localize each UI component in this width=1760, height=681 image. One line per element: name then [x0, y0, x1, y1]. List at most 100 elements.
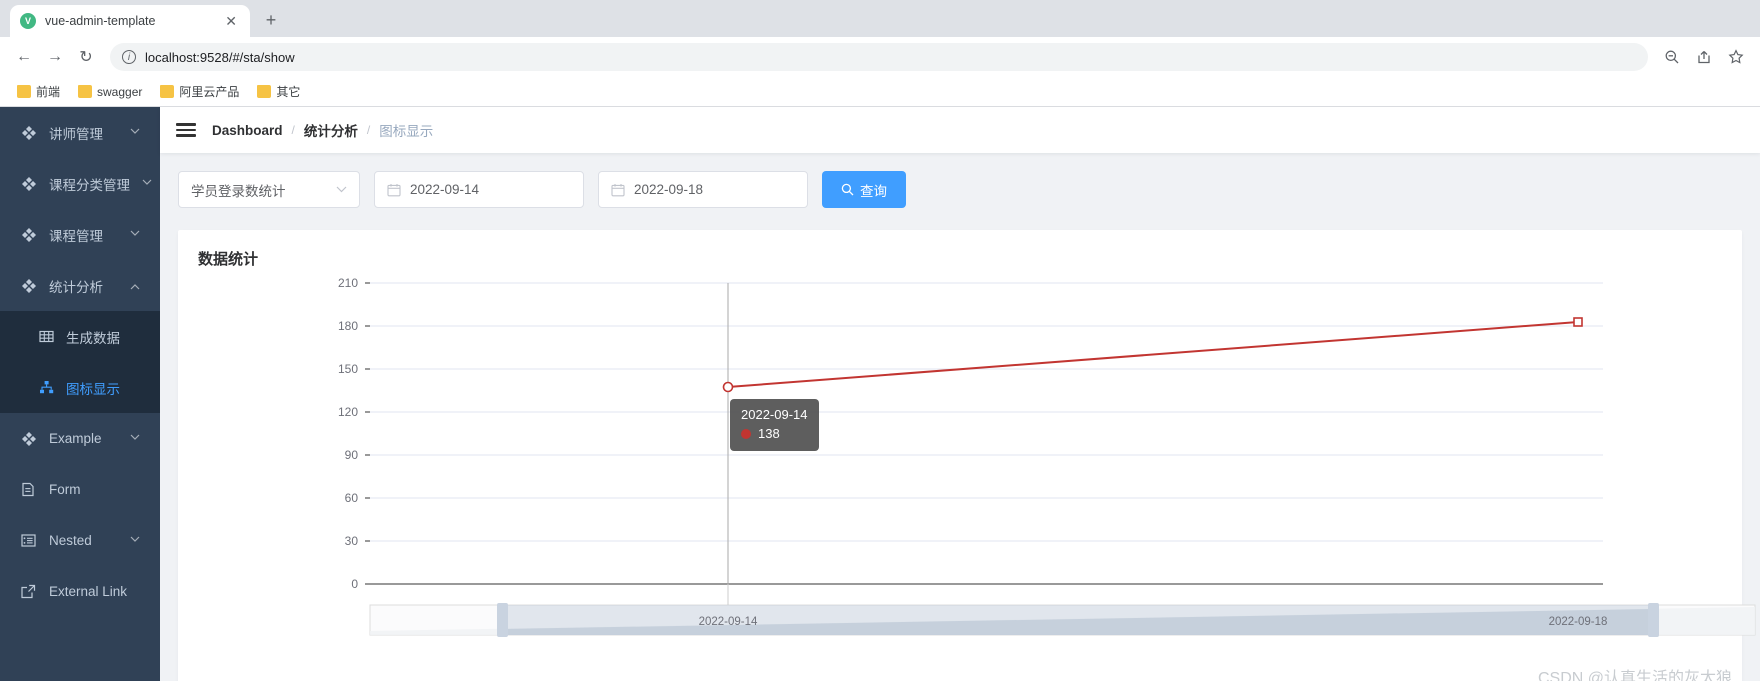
sidebar-item-label: Example: [49, 431, 102, 446]
chart-card: 数据统计 210 180 150 120 90 60 30 0 2022-09-…: [178, 230, 1756, 681]
bookmark-item[interactable]: 其它: [250, 80, 307, 103]
info-icon[interactable]: i: [122, 50, 136, 64]
chevron-down-icon: [142, 178, 152, 189]
sidebar-item-label: Nested: [49, 533, 92, 548]
line-chart[interactable]: 210 180 150 120 90 60 30 0 2022-09-14 20…: [198, 277, 1758, 681]
table-icon: [38, 328, 55, 345]
begin-date-input[interactable]: 2022-09-14: [374, 171, 584, 208]
bookmark-label: 前端: [36, 85, 61, 99]
address-bar[interactable]: i localhost:9528/#/sta/show: [110, 43, 1648, 71]
sidebar: 讲师管理 课程分类管理 课程管理 统计分析 生成数据 图标显示 Example …: [0, 107, 160, 681]
breadcrumb-item-dashboard[interactable]: Dashboard: [212, 123, 283, 138]
sidebar-item-course-category[interactable]: 课程分类管理: [0, 158, 160, 209]
hamburger-icon[interactable]: [176, 123, 196, 137]
y-tick-label: 60: [345, 491, 359, 505]
breadcrumb-separator: /: [366, 123, 371, 137]
sidebar-item-form[interactable]: Form: [0, 464, 160, 515]
search-button-label: 查询: [860, 183, 887, 199]
sidebar-item-nested[interactable]: Nested: [0, 515, 160, 566]
breadcrumb-item-statistics[interactable]: 统计分析: [304, 120, 358, 140]
sidebar-item-generate-data[interactable]: 生成数据: [0, 311, 160, 362]
forward-icon[interactable]: →: [41, 43, 69, 71]
new-tab-button[interactable]: +: [259, 8, 283, 32]
tab-strip: V vue-admin-template ✕ +: [0, 0, 1760, 37]
y-tick-label: 30: [345, 534, 359, 548]
y-tick-label: 0: [351, 577, 358, 591]
component-icon: [20, 226, 37, 243]
app-root: 讲师管理 课程分类管理 课程管理 统计分析 生成数据 图标显示 Example …: [0, 107, 1760, 681]
filter-bar: 学员登录数统计 2022-09-14 2022-09-18 查询: [178, 171, 1742, 208]
url-text: localhost:9528/#/sta/show: [145, 49, 295, 65]
reload-icon[interactable]: ↻: [72, 43, 100, 71]
bookmark-item[interactable]: 前端: [10, 80, 67, 103]
browser-window: V vue-admin-template ✕ + ← → ↻ i localho…: [0, 0, 1760, 681]
star-icon[interactable]: [1722, 43, 1750, 71]
end-date-input[interactable]: 2022-09-18: [598, 171, 808, 208]
folder-icon: [17, 85, 31, 98]
sidebar-item-course[interactable]: 课程管理: [0, 209, 160, 260]
bookmark-label: 阿里云产品: [179, 85, 240, 99]
bookmark-item[interactable]: swagger: [71, 82, 149, 102]
bookmarks-bar: 前端 swagger 阿里云产品 其它: [0, 77, 1760, 107]
back-icon[interactable]: ←: [10, 43, 38, 71]
y-axis-labels: 210 180 150 120 90 60 30 0: [338, 277, 358, 591]
component-icon: [20, 124, 37, 141]
search-button[interactable]: 查询: [822, 171, 906, 208]
y-tick-label: 120: [338, 405, 358, 419]
bookmark-item[interactable]: 阿里云产品: [153, 80, 246, 103]
sidebar-item-external-link[interactable]: External Link: [0, 566, 160, 617]
statistic-type-select[interactable]: 学员登录数统计: [178, 171, 360, 208]
component-icon: [20, 277, 37, 294]
zoom-out-icon[interactable]: [1658, 43, 1686, 71]
sidebar-item-chart-display[interactable]: 图标显示: [0, 362, 160, 413]
chart-gridlines: [370, 282, 1603, 542]
breadcrumb-item-chart-display: 图标显示: [379, 124, 434, 139]
sidebar-item-label: 讲师管理: [49, 126, 103, 142]
search-icon: [841, 183, 854, 196]
sidebar-item-teacher[interactable]: 讲师管理: [0, 107, 160, 158]
breadcrumb: Dashboard / 统计分析 / 图标显示: [212, 120, 433, 140]
chevron-down-icon: [130, 127, 140, 138]
sidebar-submenu-statistics: 生成数据 图标显示: [0, 311, 160, 413]
chevron-down-icon: [130, 433, 140, 444]
sidebar-item-label: 生成数据: [66, 330, 120, 346]
chevron-down-icon: [336, 184, 347, 196]
share-icon[interactable]: [1690, 43, 1718, 71]
browser-actions: [1658, 43, 1750, 71]
end-date-value: 2022-09-18: [634, 182, 704, 197]
data-zoom-handle-right: [1648, 603, 1659, 637]
close-icon[interactable]: ✕: [222, 14, 240, 28]
sidebar-item-label: 课程管理: [49, 228, 103, 244]
y-axis-ticks: [365, 282, 370, 585]
sidebar-item-example[interactable]: Example: [0, 413, 160, 464]
card-title: 数据统计: [198, 251, 259, 268]
page-body: 学员登录数统计 2022-09-14 2022-09-18 查询 数据统计 21…: [160, 153, 1760, 681]
begin-date-value: 2022-09-14: [410, 182, 480, 197]
series-line: [727, 321, 1579, 388]
sidebar-item-label: Form: [49, 482, 81, 497]
y-tick-label: 180: [338, 319, 358, 333]
app-header: Dashboard / 统计分析 / 图标显示: [160, 107, 1760, 153]
link-icon: [20, 583, 37, 600]
component-icon: [20, 175, 37, 192]
calendar-icon: [611, 183, 625, 197]
browser-navbar: ← → ↻ i localhost:9528/#/sta/show: [0, 37, 1760, 77]
folder-icon: [257, 85, 272, 98]
chevron-up-icon: [130, 280, 140, 291]
x-tick-label: 2022-09-18: [1549, 616, 1608, 628]
data-zoom-handle-left: [497, 603, 508, 637]
sidebar-item-statistics[interactable]: 统计分析: [0, 260, 160, 311]
vue-favicon-icon: V: [20, 13, 36, 29]
watermark: CSDN @认真生活的灰太狼: [1537, 670, 1732, 681]
select-value: 学员登录数统计: [191, 183, 286, 199]
browser-tab[interactable]: V vue-admin-template ✕: [10, 5, 250, 37]
form-icon: [20, 481, 37, 498]
data-point-marker: [722, 381, 734, 393]
y-tick-label: 150: [338, 362, 358, 376]
echarts-container[interactable]: 210 180 150 120 90 60 30 0 2022-09-14 20…: [198, 277, 1756, 681]
bookmark-label: 其它: [276, 85, 301, 99]
folder-icon: [78, 85, 93, 98]
chevron-down-icon: [130, 535, 140, 546]
sidebar-item-label: 课程分类管理: [49, 177, 130, 193]
y-tick-label: 210: [338, 277, 358, 290]
